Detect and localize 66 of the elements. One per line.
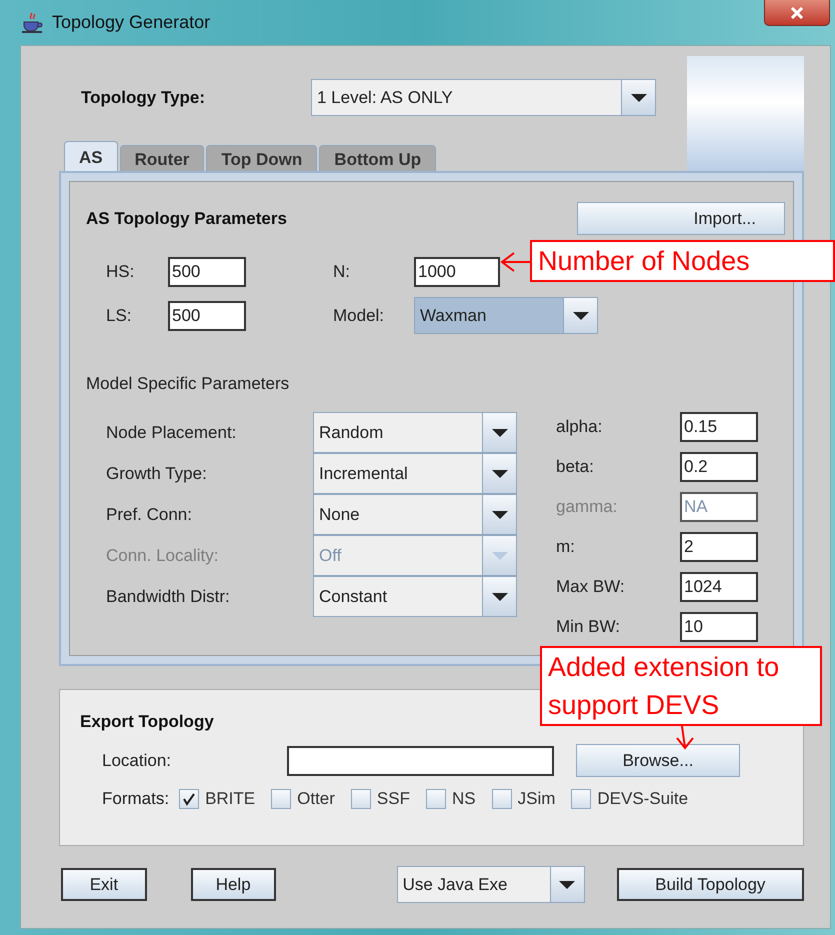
tab[interactable]: AS bbox=[64, 141, 118, 173]
format-checkbox[interactable]: NS bbox=[426, 789, 476, 809]
topology-type-label: Topology Type: bbox=[81, 88, 206, 108]
field-label: Max BW: bbox=[556, 577, 626, 597]
dropdown-select[interactable]: Incremental bbox=[313, 453, 517, 494]
field-label: beta: bbox=[556, 457, 595, 477]
field-label: Growth Type: bbox=[106, 464, 208, 484]
topology-type-select[interactable]: 1 Level: AS ONLY bbox=[311, 79, 656, 116]
field-label: Model: bbox=[333, 306, 386, 326]
field-label: alpha: bbox=[556, 417, 604, 437]
format-checkbox[interactable]: BRITE bbox=[179, 789, 256, 809]
annotation-callout: Number of Nodes bbox=[530, 240, 835, 282]
field-label: Conn. Locality: bbox=[106, 546, 220, 566]
field-label: Location: bbox=[102, 750, 172, 770]
close-button[interactable] bbox=[764, 0, 830, 26]
model-select[interactable]: Waxman bbox=[414, 297, 598, 334]
browse-button[interactable]: Browse... bbox=[576, 744, 740, 777]
dropdown-select[interactable]: Constant bbox=[313, 576, 517, 617]
annotation-callout: Added extension to support DEVS bbox=[540, 646, 822, 726]
checkbox[interactable] bbox=[350, 789, 371, 809]
format-checkbox[interactable]: JSim bbox=[492, 789, 556, 809]
tab[interactable]: Router bbox=[120, 145, 204, 173]
help-button[interactable]: Help bbox=[190, 868, 276, 901]
field-label: Min BW: bbox=[556, 617, 621, 637]
input-field[interactable]: 10 bbox=[680, 612, 758, 642]
checkbox[interactable] bbox=[571, 789, 592, 809]
format-checkbox[interactable]: SSF bbox=[350, 789, 410, 809]
coffee-cup-icon bbox=[20, 10, 44, 34]
field-label: Pref. Conn: bbox=[106, 504, 193, 524]
input-field[interactable]: 0.15 bbox=[680, 412, 758, 442]
field-label: HS: bbox=[106, 262, 136, 282]
format-checkbox[interactable]: DEVS-Suite bbox=[571, 789, 688, 809]
input-field[interactable]: 0.2 bbox=[680, 452, 758, 482]
section-title: AS Topology Parameters bbox=[86, 208, 287, 228]
field-label: m: bbox=[556, 537, 576, 557]
field-label: Bandwidth Distr: bbox=[106, 586, 231, 606]
input-field[interactable]: 1000 bbox=[414, 257, 500, 287]
field-label: Node Placement: bbox=[106, 422, 238, 442]
checkbox[interactable] bbox=[492, 789, 512, 809]
field-label: gamma: bbox=[556, 497, 618, 517]
section-title: Model Specific Parameters bbox=[86, 374, 290, 393]
checkbox[interactable] bbox=[179, 789, 200, 809]
input-field[interactable]: 500 bbox=[168, 300, 246, 330]
format-checkbox[interactable]: Otter bbox=[271, 789, 335, 809]
field-label: N: bbox=[333, 262, 351, 282]
exe-select[interactable]: Use Java Exe bbox=[396, 866, 585, 903]
checkbox[interactable] bbox=[271, 789, 292, 809]
field-label: LS: bbox=[106, 306, 133, 326]
checkbox[interactable] bbox=[426, 789, 446, 809]
dropdown-select[interactable]: None bbox=[313, 494, 517, 535]
check-icon bbox=[182, 792, 196, 806]
input-field[interactable]: 1024 bbox=[680, 572, 758, 602]
import-button[interactable]: Import... bbox=[577, 202, 785, 235]
window-title: Topology Generator bbox=[52, 12, 210, 33]
dropdown-select[interactable]: Random bbox=[313, 412, 517, 453]
close-icon bbox=[790, 6, 804, 18]
tab[interactable]: Bottom Up bbox=[319, 145, 436, 173]
input-field[interactable]: 500 bbox=[168, 257, 246, 287]
location-field[interactable] bbox=[287, 746, 554, 776]
build-topology-button[interactable]: Build Topology bbox=[616, 868, 804, 901]
exit-button[interactable]: Exit bbox=[61, 868, 147, 901]
field-label: Formats: bbox=[102, 789, 170, 809]
leader-arrow bbox=[500, 250, 532, 274]
tab[interactable]: Top Down bbox=[206, 145, 318, 173]
section-title: Export Topology bbox=[80, 712, 215, 732]
input-field[interactable]: 2 bbox=[680, 532, 758, 562]
